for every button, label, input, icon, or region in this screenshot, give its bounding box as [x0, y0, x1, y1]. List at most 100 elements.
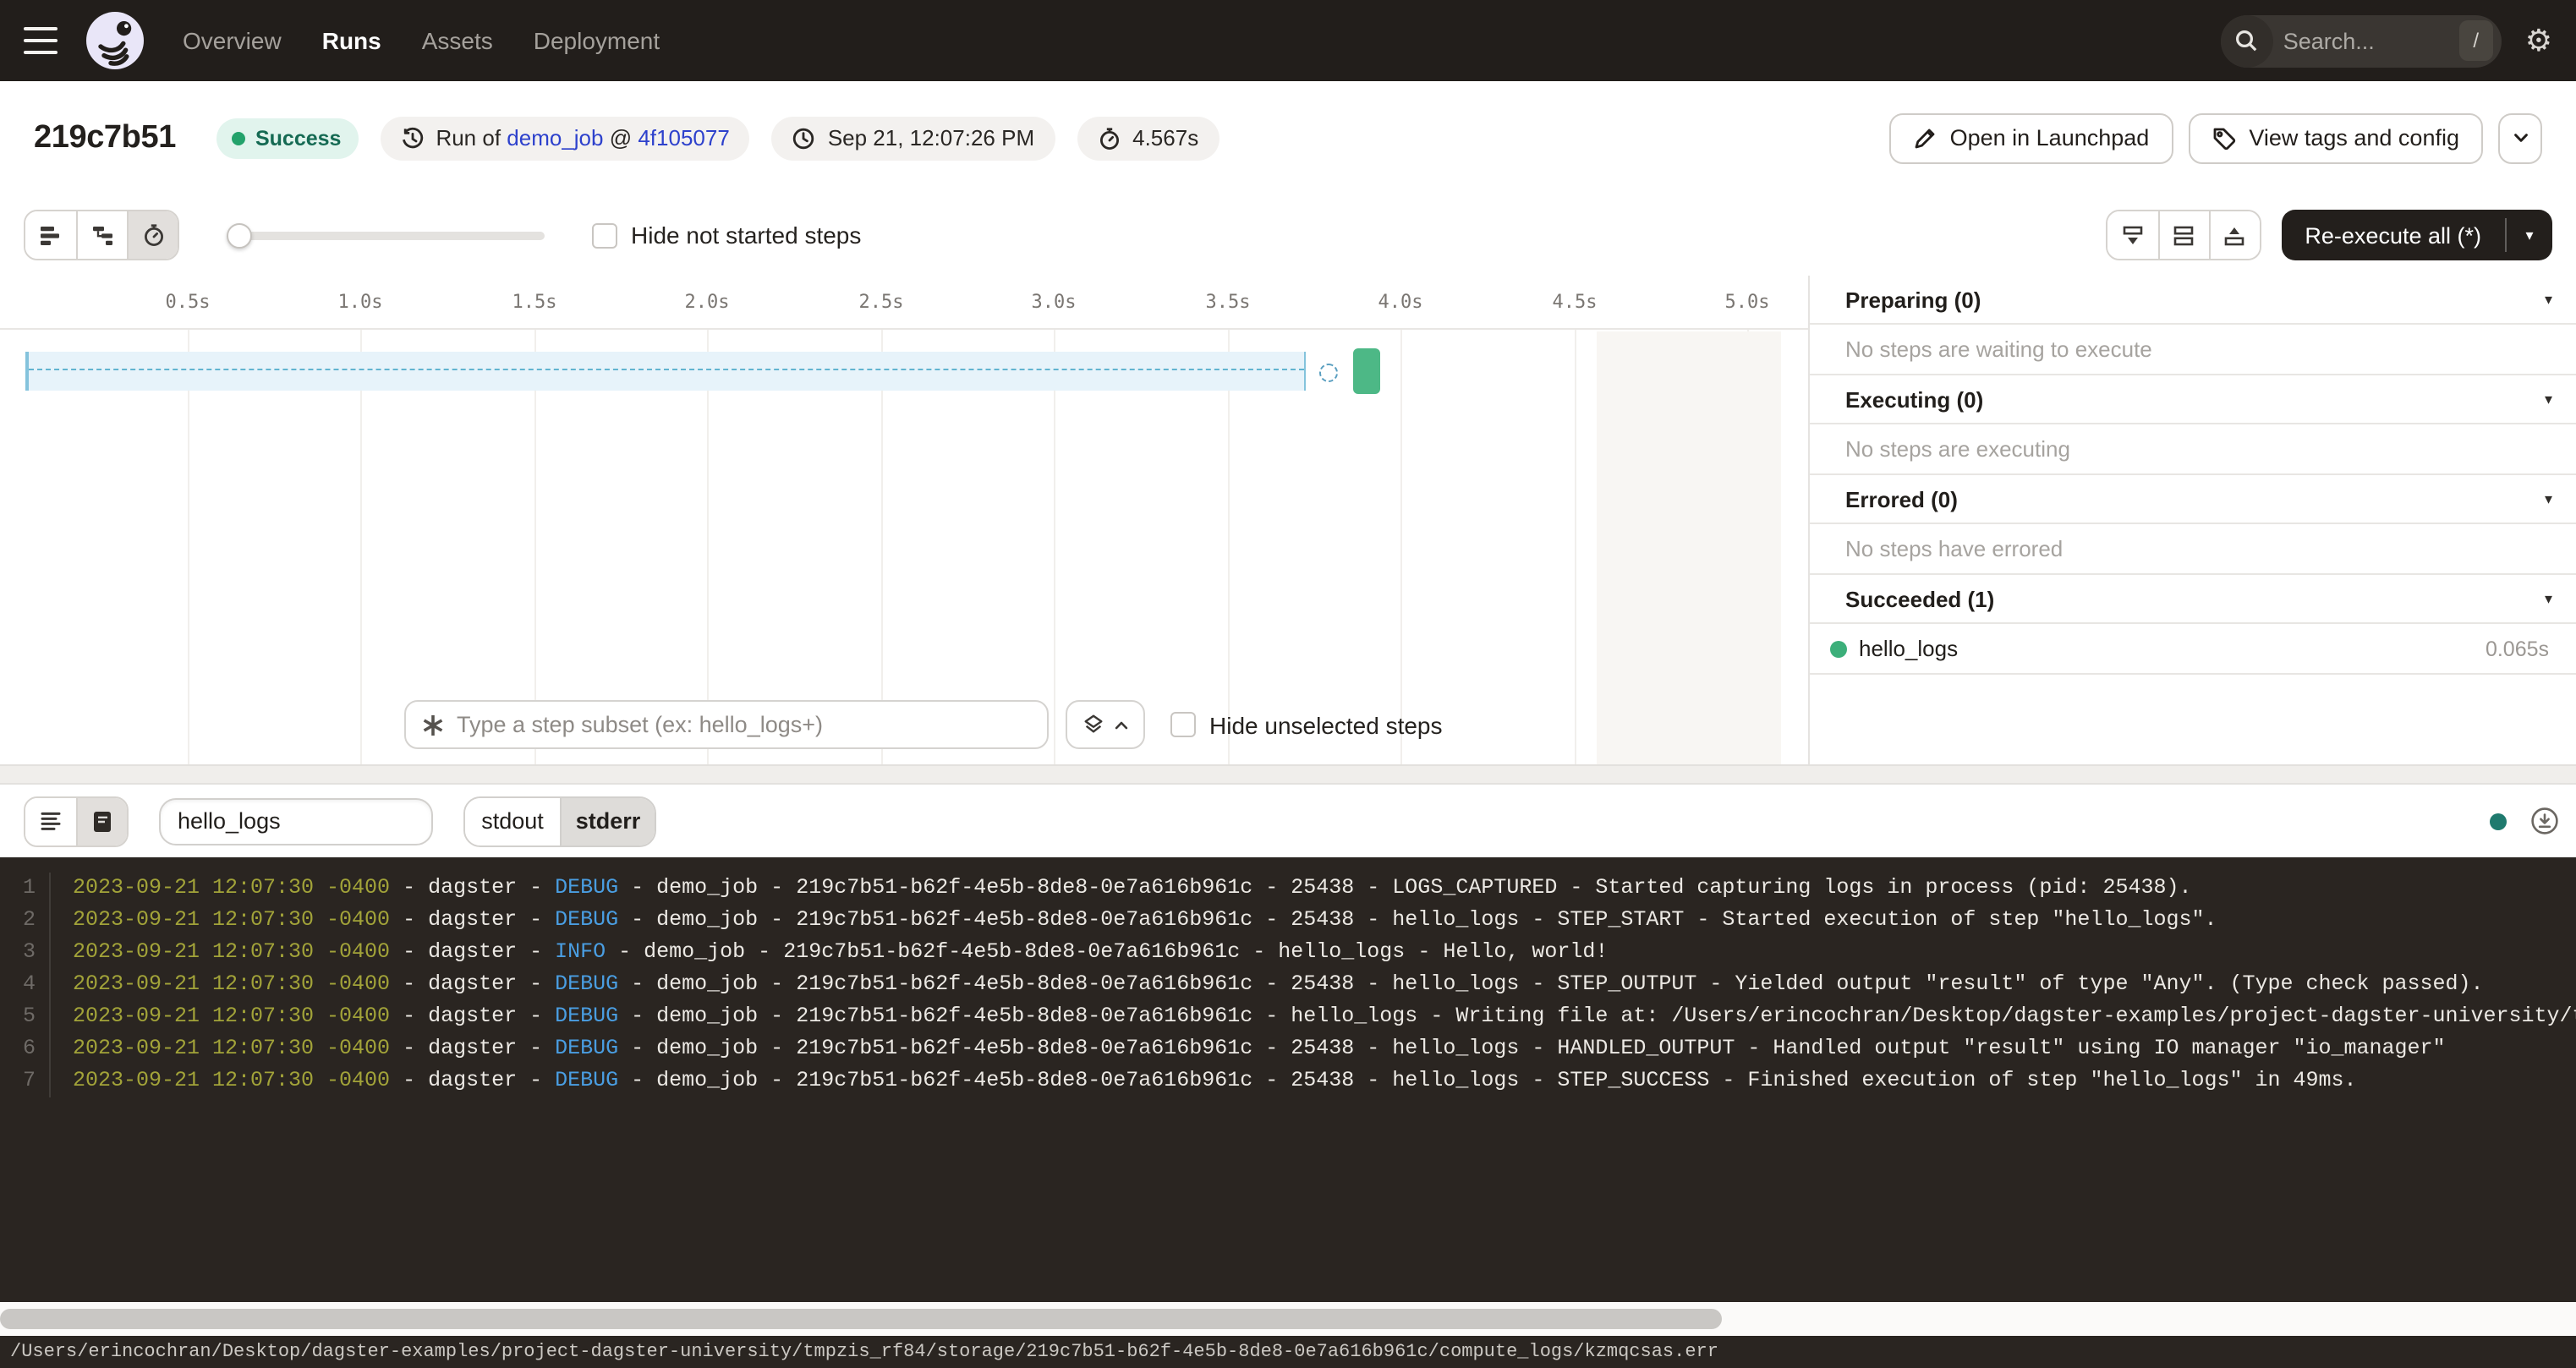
stopwatch-icon [1097, 126, 1121, 150]
status-badge: Success [216, 118, 358, 158]
step-marker-circle[interactable] [1319, 364, 1338, 382]
gantt-chart: 0.5s 1.0s 1.5s 2.0s 2.5s 3.0s 3.5s 4.0s … [0, 276, 1808, 764]
top-nav: Overview Runs Assets Deployment / ⚙ [0, 0, 2576, 81]
raw-log-view-button[interactable] [76, 797, 127, 845]
executing-empty-text: No steps are executing [1810, 424, 2576, 475]
run-of-chip: Run of demo_job @ 4f105077 [380, 116, 749, 160]
tab-stdout[interactable]: stdout [465, 797, 560, 845]
log-file-path: /Users/erincochran/Desktop/dagster-examp… [10, 1342, 1718, 1362]
layers-icon [1082, 714, 1104, 736]
succeeded-step-row[interactable]: hello_logs 0.065s [1810, 624, 2576, 675]
tab-stderr[interactable]: stderr [560, 797, 655, 845]
op-selector-icon [421, 713, 445, 736]
live-status-dot-icon [2490, 813, 2507, 829]
stdout-stderr-tabs: stdout stderr [463, 796, 656, 846]
timestamp-chip: Sep 21, 12:07:26 PM [772, 116, 1055, 160]
flat-gantt-icon [39, 224, 63, 246]
history-icon [400, 126, 424, 150]
step-waiting-bar[interactable] [25, 352, 1306, 391]
horizontal-splitter[interactable] [0, 764, 2576, 785]
stopwatch-icon [141, 223, 165, 247]
commit-link[interactable]: 4f105077 [638, 125, 729, 150]
split-panels-button[interactable] [2157, 211, 2208, 259]
nav-item-runs[interactable]: Runs [322, 27, 381, 54]
step-subset-row: Hide unselected steps [0, 700, 1808, 749]
gear-icon[interactable]: ⚙ [2525, 25, 2552, 56]
log-line: 3 2023-09-21 12:07:30 -0400 - dagster - … [0, 937, 2576, 969]
nav-links: Overview Runs Assets Deployment [183, 27, 660, 54]
clock-icon [792, 126, 816, 150]
duration-chip: 4.567s [1077, 116, 1219, 160]
step-success-bar[interactable] [1353, 348, 1380, 394]
timed-view-button[interactable] [127, 211, 178, 259]
collapse-down-icon [2120, 224, 2144, 246]
structured-log-view-button[interactable] [25, 797, 76, 845]
raw-log-view: 1 2023-09-21 12:07:30 -0400 - dagster - … [0, 857, 2576, 1302]
view-tags-config-button[interactable]: View tags and config [2188, 112, 2483, 163]
graph-query-toggle-button[interactable] [1066, 700, 1145, 749]
waterfall-view-button[interactable] [76, 211, 127, 259]
flat-view-button[interactable] [25, 211, 76, 259]
gantt-view-mode-group [24, 210, 179, 260]
gantt-toolbar: Hide not started steps [0, 194, 2576, 276]
preparing-empty-text: No steps are waiting to execute [1810, 325, 2576, 375]
step-subset-inputbox[interactable] [404, 700, 1049, 749]
slider-knob[interactable] [227, 223, 252, 249]
log-line: 4 2023-09-21 12:07:30 -0400 - dagster - … [0, 969, 2576, 1001]
chevron-down-icon [2511, 129, 2529, 147]
section-header-succeeded[interactable]: Succeeded (1)▾ [1810, 575, 2576, 624]
success-dot-icon [232, 131, 245, 145]
list-icon [39, 810, 63, 832]
collapse-up-button[interactable] [2208, 211, 2259, 259]
nav-item-overview[interactable]: Overview [183, 27, 282, 54]
gantt-section: 0.5s 1.0s 1.5s 2.0s 2.5s 3.0s 3.5s 4.0s … [0, 276, 2576, 764]
hide-not-started-checkbox-row[interactable]: Hide not started steps [592, 222, 861, 249]
scrollbar-thumb[interactable] [0, 1309, 1722, 1329]
log-toolbar: stdout stderr [0, 785, 2576, 857]
log-view-mode-group [24, 796, 129, 846]
caret-down-icon: ▾ [2545, 390, 2552, 408]
section-header-preparing[interactable]: Preparing (0)▾ [1810, 276, 2576, 325]
pencil-icon [1913, 126, 1937, 150]
gantt-zoom-slider[interactable] [227, 211, 545, 259]
log-line: 7 2023-09-21 12:07:30 -0400 - dagster - … [0, 1065, 2576, 1097]
step-status-panel: Preparing (0)▾ No steps are waiting to e… [1808, 276, 2576, 764]
collapse-down-button[interactable] [2107, 211, 2157, 259]
split-panels-icon [2172, 224, 2195, 246]
log-line: 1 2023-09-21 12:07:30 -0400 - dagster - … [0, 873, 2576, 905]
nav-item-assets[interactable]: Assets [422, 27, 493, 54]
search-input[interactable] [2273, 28, 2459, 53]
log-line: 2 2023-09-21 12:07:30 -0400 - dagster - … [0, 905, 2576, 937]
reexecute-all-button[interactable]: Re-execute all (*) [2281, 210, 2505, 260]
log-filter-input[interactable] [178, 808, 414, 834]
horizontal-scrollbar [0, 1302, 2576, 1336]
download-log-button[interactable] [2530, 807, 2559, 835]
nav-item-deployment[interactable]: Deployment [534, 27, 660, 54]
log-file-path-bar: /Users/erincochran/Desktop/dagster-examp… [0, 1336, 2576, 1368]
caret-down-icon: ▾ [2545, 490, 2552, 508]
open-in-launchpad-button[interactable]: Open in Launchpad [1889, 112, 2173, 163]
app-window: Overview Runs Assets Deployment / ⚙ 219c… [0, 0, 2576, 1368]
reexecute-all-split-button: Re-execute all (*) ▾ [2281, 210, 2552, 260]
hide-not-started-checkbox[interactable] [592, 222, 617, 248]
step-subset-input[interactable] [457, 712, 1032, 737]
job-link[interactable]: demo_job [507, 125, 603, 150]
hamburger-menu-icon[interactable] [24, 19, 68, 63]
download-icon [2530, 807, 2559, 835]
waterfall-gantt-icon [90, 224, 114, 246]
errored-empty-text: No steps have errored [1810, 524, 2576, 575]
log-filter-inputbox[interactable] [159, 797, 433, 845]
section-header-executing[interactable]: Executing (0)▾ [1810, 375, 2576, 424]
caret-down-icon: ▾ [2545, 290, 2552, 309]
hide-unselected-checkbox-row[interactable]: Hide unselected steps [1170, 711, 1443, 738]
global-search[interactable]: / [2221, 14, 2502, 67]
document-icon [91, 809, 113, 833]
collapse-up-icon [2222, 224, 2246, 246]
section-header-errored[interactable]: Errored (0)▾ [1810, 475, 2576, 524]
reexecute-options-button[interactable]: ▾ [2507, 210, 2552, 260]
log-line: 6 2023-09-21 12:07:30 -0400 - dagster - … [0, 1033, 2576, 1065]
hide-unselected-checkbox[interactable] [1170, 712, 1196, 737]
run-header: 219c7b51 Success Run of demo_job @ 4f105… [0, 81, 2576, 194]
more-actions-button[interactable] [2498, 112, 2542, 163]
dagster-logo[interactable] [85, 10, 145, 71]
